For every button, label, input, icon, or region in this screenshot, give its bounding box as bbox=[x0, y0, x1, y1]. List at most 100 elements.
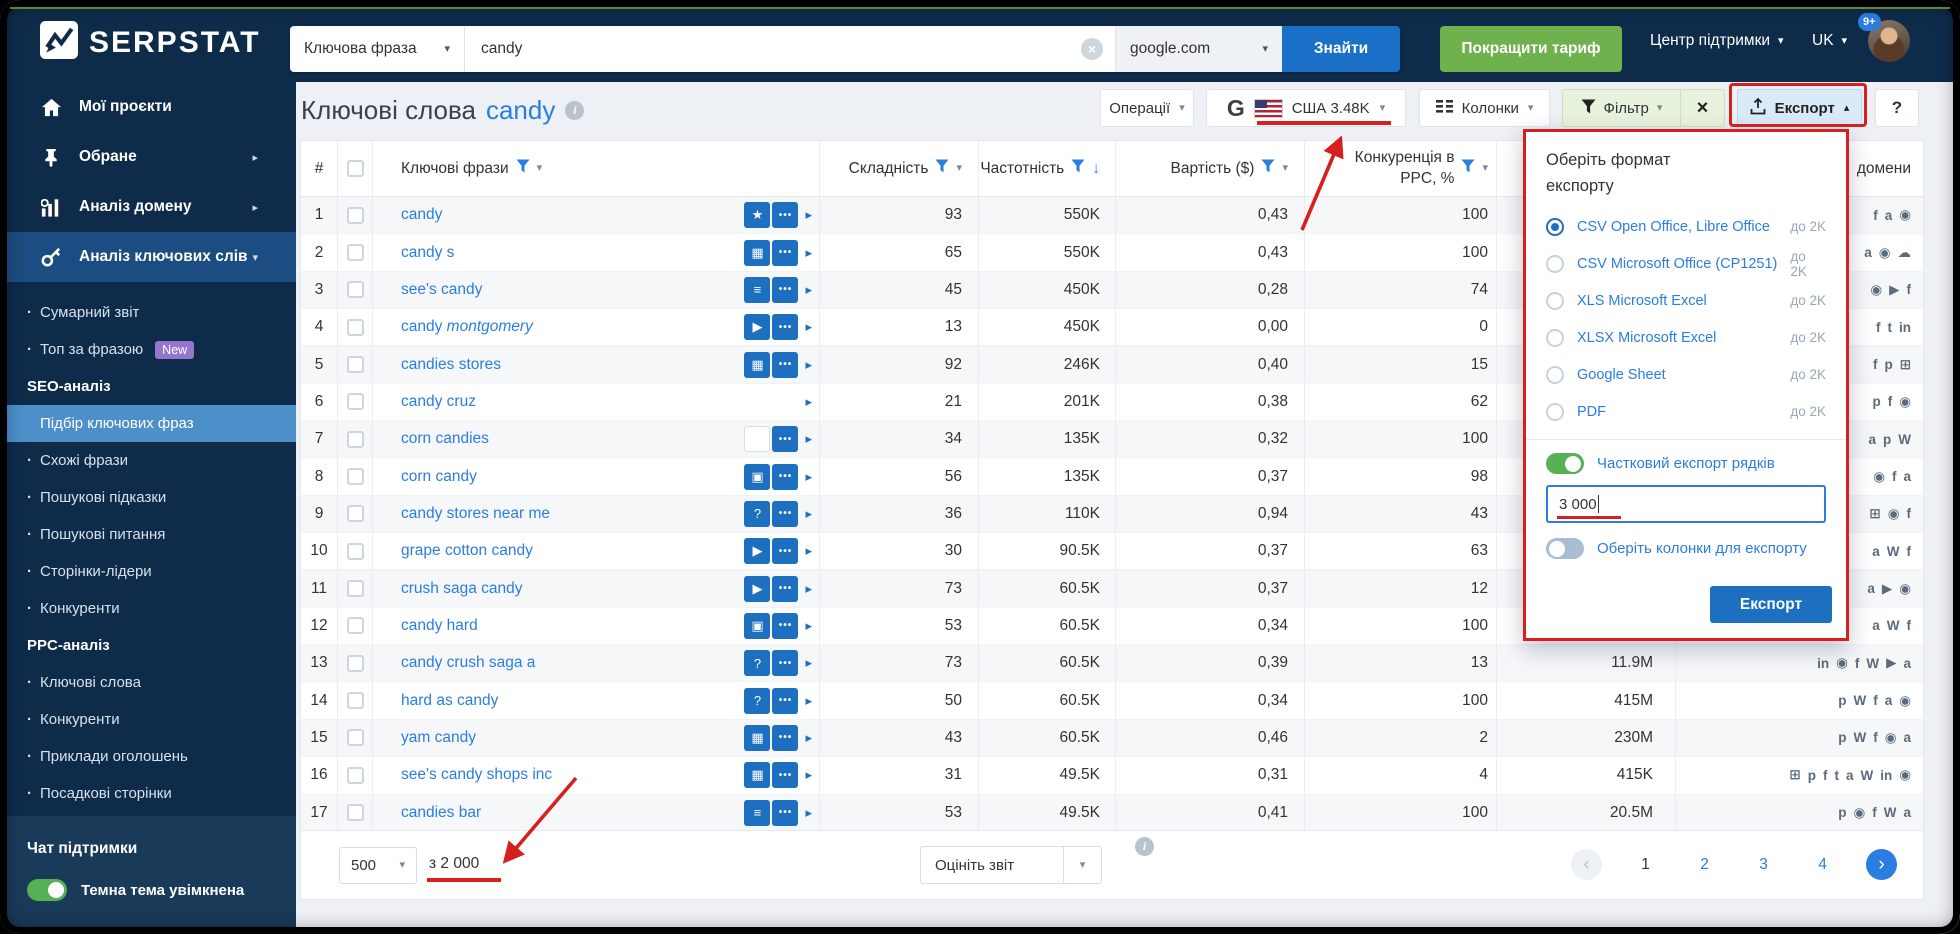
serp-feature-list-icon[interactable]: ≡ bbox=[744, 276, 771, 303]
serp-feature-question-icon[interactable]: ? bbox=[744, 500, 771, 527]
keyword-link[interactable]: candies bar bbox=[401, 804, 742, 822]
row-checkbox[interactable] bbox=[346, 393, 364, 411]
export-format-option[interactable]: CSV Microsoft Office (CP1251) до 2K bbox=[1546, 245, 1826, 282]
search-type-select[interactable]: Ключова фраза ▾ bbox=[290, 26, 465, 72]
keyword-link[interactable]: corn candies bbox=[401, 430, 742, 448]
dark-theme-toggle[interactable] bbox=[27, 879, 67, 901]
search-engine-select[interactable]: google.com ▾ bbox=[1115, 26, 1282, 72]
row-checkbox[interactable] bbox=[346, 430, 364, 448]
radio-button[interactable] bbox=[1546, 402, 1564, 421]
serp-feature-chat-icon[interactable]: ▣ bbox=[744, 612, 771, 639]
sidebar-subitem[interactable]: Посадкові сторінки bbox=[0, 775, 296, 812]
keyword-link[interactable]: yam candy bbox=[401, 729, 742, 747]
keyword-link[interactable]: candy crush saga a bbox=[401, 654, 742, 672]
row-checkbox[interactable] bbox=[346, 505, 364, 523]
radio-button[interactable] bbox=[1546, 217, 1564, 236]
help-button[interactable]: ? bbox=[1875, 89, 1919, 127]
search-input[interactable] bbox=[465, 26, 1115, 72]
expand-row-icon[interactable]: ▸ bbox=[805, 767, 812, 783]
sidebar-item-home[interactable]: Мої проєкти bbox=[0, 82, 296, 132]
keyword-link[interactable]: hard as candy bbox=[401, 692, 742, 710]
expand-row-icon[interactable]: ▸ bbox=[805, 207, 812, 223]
serpstat-logo[interactable]: SERPSTAT bbox=[40, 21, 261, 64]
keyword-link[interactable]: candy cruz bbox=[401, 393, 798, 411]
chevron-down-icon[interactable]: ▾ bbox=[956, 163, 962, 174]
chevron-down-icon[interactable]: ▾ bbox=[1482, 163, 1488, 174]
keyword-link[interactable]: crush saga candy bbox=[401, 580, 742, 598]
filter-button[interactable]: Фільтр ▾ bbox=[1563, 90, 1681, 126]
sidebar-subitem[interactable]: Підбір ключових фраз bbox=[0, 405, 296, 442]
expand-row-icon[interactable]: ▸ bbox=[805, 357, 812, 373]
export-format-option[interactable]: XLSX Microsoft Excel до 2K bbox=[1546, 319, 1826, 356]
export-format-option[interactable]: XLS Microsoft Excel до 2K bbox=[1546, 282, 1826, 319]
keyword-link[interactable]: candy montgomery bbox=[401, 318, 742, 336]
expand-row-icon[interactable]: ▸ bbox=[805, 543, 812, 559]
keyword-link[interactable]: grape cotton candy bbox=[401, 542, 742, 560]
row-checkbox[interactable] bbox=[346, 468, 364, 486]
serp-feature-more-icon[interactable]: ••• bbox=[772, 799, 799, 826]
serp-feature-images-icon[interactable]: ▦ bbox=[744, 239, 771, 266]
columns-button[interactable]: Колонки ▾ bbox=[1419, 89, 1550, 127]
serp-feature-more-icon[interactable]: ••• bbox=[772, 500, 799, 527]
expand-row-icon[interactable]: ▸ bbox=[805, 805, 812, 821]
keyword-link[interactable]: candy bbox=[401, 206, 742, 224]
sidebar-subitem[interactable]: Сторінки-лідери bbox=[0, 553, 296, 590]
row-checkbox[interactable] bbox=[346, 356, 364, 374]
keyword-link[interactable]: see's candy shops inc bbox=[401, 766, 742, 784]
serp-feature-images-icon[interactable]: ▦ bbox=[744, 724, 771, 751]
partial-export-toggle[interactable] bbox=[1546, 453, 1584, 475]
sidebar-subitem[interactable]: Ключові слова bbox=[0, 664, 296, 701]
serp-feature-more-icon[interactable]: ••• bbox=[772, 762, 799, 789]
export-format-option[interactable]: Google Sheet до 2K bbox=[1546, 356, 1826, 393]
serp-feature-more-icon[interactable]: ••• bbox=[772, 351, 799, 378]
serp-feature-more-icon[interactable]: ••• bbox=[772, 463, 799, 490]
serp-feature-more-icon[interactable]: ••• bbox=[772, 612, 799, 639]
support-center-menu[interactable]: Центр підтримки ▾ bbox=[1650, 0, 1784, 82]
serp-feature-more-icon[interactable]: ••• bbox=[772, 687, 799, 714]
next-page-button[interactable]: › bbox=[1866, 849, 1897, 880]
row-checkbox[interactable] bbox=[346, 804, 364, 822]
serp-feature-chat-icon[interactable]: ▣ bbox=[744, 463, 771, 490]
serp-feature-blank-icon[interactable] bbox=[744, 426, 771, 453]
filter-icon[interactable] bbox=[935, 159, 949, 178]
serp-feature-video-icon[interactable]: ▶ bbox=[744, 575, 771, 602]
row-checkbox[interactable] bbox=[346, 206, 364, 224]
expand-row-icon[interactable]: ▸ bbox=[805, 581, 812, 597]
sidebar-item-pin[interactable]: Обране ▸ bbox=[0, 132, 296, 182]
expand-row-icon[interactable]: ▸ bbox=[805, 693, 812, 709]
sidebar-subitem[interactable]: Конкуренти bbox=[0, 590, 296, 627]
serp-feature-question-icon[interactable]: ? bbox=[744, 687, 771, 714]
expand-row-icon[interactable]: ▸ bbox=[805, 319, 812, 335]
keyword-link[interactable]: corn candy bbox=[401, 468, 742, 486]
serp-feature-images-icon[interactable]: ▦ bbox=[744, 351, 771, 378]
serp-feature-more-icon[interactable]: ••• bbox=[772, 202, 799, 229]
keyword-link[interactable]: candy s bbox=[401, 244, 742, 262]
row-checkbox[interactable] bbox=[346, 617, 364, 635]
upgrade-plan-button[interactable]: Покращити тариф bbox=[1440, 26, 1622, 72]
filter-icon[interactable] bbox=[1261, 159, 1275, 178]
chevron-down-icon[interactable]: ▾ bbox=[1282, 163, 1288, 174]
columns-export-toggle[interactable] bbox=[1546, 538, 1584, 560]
rate-report-dropdown[interactable]: ▾ bbox=[1063, 847, 1101, 883]
sidebar-subitem[interactable]: Сумарний звіт bbox=[0, 294, 296, 331]
prev-page-button[interactable]: ‹ bbox=[1571, 849, 1602, 880]
radio-button[interactable] bbox=[1546, 328, 1564, 347]
chevron-down-icon[interactable]: ▾ bbox=[537, 163, 543, 174]
select-all-checkbox[interactable] bbox=[346, 160, 364, 177]
row-checkbox[interactable] bbox=[346, 654, 364, 672]
serp-feature-list-icon[interactable]: ≡ bbox=[744, 799, 771, 826]
export-format-option[interactable]: CSV Open Office, Libre Office до 2K bbox=[1546, 208, 1826, 245]
page-size-select[interactable]: 500 ▾ bbox=[339, 847, 417, 884]
expand-row-icon[interactable]: ▸ bbox=[805, 506, 812, 522]
keyword-link[interactable]: candies stores bbox=[401, 356, 742, 374]
row-checkbox[interactable] bbox=[346, 244, 364, 262]
serp-feature-more-icon[interactable]: ••• bbox=[772, 650, 799, 677]
sidebar-subitem[interactable]: Схожі фрази bbox=[0, 442, 296, 479]
region-select-button[interactable]: G США 3.48K ▾ bbox=[1206, 89, 1406, 127]
expand-row-icon[interactable]: ▸ bbox=[805, 618, 812, 634]
row-checkbox[interactable] bbox=[346, 580, 364, 598]
export-rows-input[interactable]: 3 000 bbox=[1546, 485, 1826, 524]
clear-filter-button[interactable]: × bbox=[1681, 90, 1724, 126]
find-button[interactable]: Знайти bbox=[1282, 26, 1400, 72]
row-checkbox[interactable] bbox=[346, 281, 364, 299]
